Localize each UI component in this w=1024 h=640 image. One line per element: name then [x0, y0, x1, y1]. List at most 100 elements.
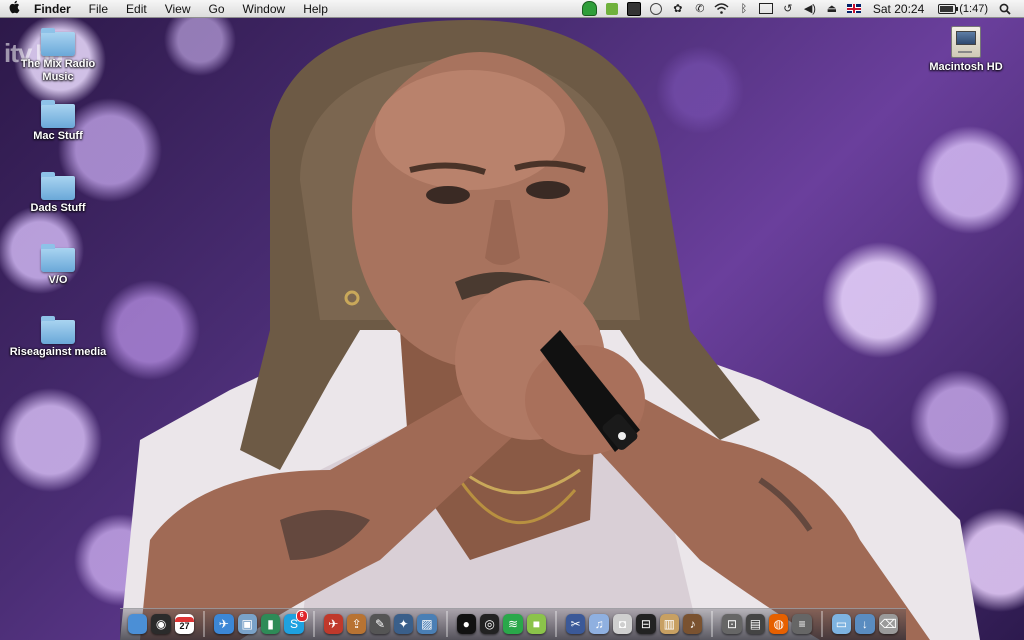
desktop-folder-dads-stuff[interactable]: Dads Stuff — [8, 172, 108, 215]
app-green-icon-glyph: ■ — [532, 617, 540, 631]
screenshot-icon-glyph: ⊡ — [726, 617, 737, 631]
menu-bar: Finder File Edit View Go Window Help ✿ ✆… — [0, 0, 1024, 18]
record-icon[interactable]: ◎ — [479, 614, 500, 634]
volume-icon[interactable]: ◀) — [799, 0, 821, 18]
evernote-icon[interactable] — [601, 0, 623, 18]
wallpaper-singer-photo — [120, 20, 980, 640]
camera-icon[interactable]: ◘ — [612, 614, 633, 634]
folder-icon — [41, 100, 75, 128]
desktop-icon-label: The Mix Radio Music — [20, 58, 96, 83]
downloads-icon[interactable]: ↓ — [855, 614, 875, 634]
app-green-icon[interactable]: ■ — [526, 614, 547, 634]
menu-window[interactable]: Window — [234, 0, 295, 18]
garageband-icon[interactable]: ▤ — [745, 614, 766, 634]
itunes-icon[interactable]: ♫ — [589, 614, 609, 634]
photo-booth-icon[interactable]: ▥ — [659, 614, 679, 634]
activity-icon-glyph: ≡ — [798, 617, 806, 631]
menu-extras: ✿ ✆ ᛒ ↺ ◀) ⏏ Sat 20:24 (1:47) — [579, 0, 1024, 18]
trash-icon[interactable]: ⌫ — [878, 614, 898, 634]
firefox-icon[interactable]: ◍ — [769, 614, 789, 634]
vinyl-icon[interactable]: ● — [456, 614, 476, 634]
circle-icon[interactable] — [645, 0, 667, 18]
film-icon[interactable]: ✂ — [566, 614, 586, 634]
time-machine-icon[interactable]: ↺ — [777, 0, 799, 18]
firefox-icon-glyph: ◍ — [773, 617, 784, 631]
satellite-icon[interactable]: ✦ — [393, 614, 414, 634]
photo-icon[interactable]: ▨ — [417, 614, 437, 634]
menu-edit[interactable]: Edit — [117, 0, 156, 18]
guitar-icon[interactable]: ♪ — [682, 614, 703, 634]
airplane-icon-glyph: ✈ — [328, 617, 339, 631]
desktop-folder-vo[interactable]: V/O — [8, 244, 108, 287]
spotify-icon[interactable]: ≋ — [503, 614, 523, 634]
dock-separator — [312, 611, 315, 637]
terminal-icon[interactable] — [623, 0, 645, 18]
gpu-icon-glyph: ▮ — [267, 617, 274, 631]
camera-icon-glyph: ◘ — [618, 617, 627, 631]
guitar-icon-glyph: ♪ — [689, 617, 696, 631]
desktop-macintosh-hd[interactable]: Macintosh HD — [916, 26, 1016, 74]
calendar-icon[interactable]: 27 — [174, 614, 195, 634]
transmit-icon-glyph: ⇪ — [351, 617, 362, 631]
gpu-icon[interactable]: ▮ — [260, 614, 281, 634]
spotlight-search-icon[interactable] — [994, 0, 1016, 18]
eject-icon[interactable]: ⏏ — [821, 0, 843, 18]
preview-icon[interactable]: ▣ — [237, 614, 257, 634]
desktop-icon-label: Macintosh HD — [929, 61, 1003, 73]
transmit-icon[interactable]: ⇪ — [347, 614, 367, 634]
film-icon-glyph: ✂ — [570, 617, 581, 631]
apple-menu-icon[interactable] — [0, 0, 30, 17]
vinyl-icon-glyph: ● — [462, 617, 470, 631]
dashboard-icon-glyph: ◉ — [155, 617, 167, 631]
tools-icon-glyph: ✎ — [375, 617, 386, 631]
dock-separator — [820, 611, 823, 637]
menu-view[interactable]: View — [156, 0, 200, 18]
menu-finder[interactable]: Finder — [30, 0, 80, 18]
photo-icon-glyph: ▨ — [421, 617, 433, 631]
menu-go[interactable]: Go — [200, 0, 234, 18]
battery-status[interactable]: (1:47) — [932, 3, 994, 15]
menu-file[interactable]: File — [80, 0, 117, 18]
tv-app-icon[interactable]: ⊟ — [636, 614, 656, 634]
desktop-icon-label: Dads Stuff — [30, 202, 86, 214]
skype-icon[interactable]: S6 — [284, 610, 308, 634]
screenshot-icon[interactable]: ⊡ — [722, 614, 742, 634]
dashboard-icon[interactable]: ◉ — [151, 614, 171, 634]
safari-icon[interactable]: ✈ — [214, 614, 234, 634]
record-icon-glyph: ◎ — [484, 617, 495, 631]
dock: ◉ 27 ✈ ▣ ▮ S 6 ✈ ⇪ ✎ ✦ ▨ ● ◎ ≋ ■ ✂ ♫ ◘ ⊟ ▥ ♪ ⊡ ▤ ◍ ≡ ▭ ↓ ⌫ — [120, 608, 906, 640]
folder-icon-glyph: ▭ — [835, 617, 848, 631]
activity-icon[interactable]: ≡ — [792, 614, 812, 634]
battery-icon — [938, 3, 959, 14]
battery-time: (1:47) — [959, 2, 988, 15]
battery-fill — [940, 5, 953, 12]
desktop-icon-label: V/O — [48, 274, 68, 286]
desktop-folder-mac-stuff[interactable]: Mac Stuff — [8, 100, 108, 143]
trash-icon-glyph: ⌫ — [879, 617, 897, 631]
tv-app-icon-glyph: ⊟ — [640, 617, 651, 631]
bluetooth-icon[interactable]: ᛒ — [733, 0, 755, 18]
mushroom-icon[interactable] — [579, 0, 601, 18]
calendar-day: 27 — [179, 621, 190, 631]
menu-clock[interactable]: Sat 20:24 — [865, 2, 932, 16]
input-flag-icon[interactable] — [843, 0, 865, 18]
paw-icon[interactable]: ✿ — [667, 0, 689, 18]
display-icon[interactable] — [755, 0, 777, 18]
airplane-icon[interactable]: ✈ — [323, 614, 343, 634]
wifi-icon[interactable] — [711, 0, 733, 18]
phone-icon[interactable]: ✆ — [689, 0, 711, 18]
menu-help[interactable]: Help — [294, 0, 337, 18]
finder-icon[interactable] — [128, 614, 148, 634]
desktop-folder-the-mix-radio-music[interactable]: The Mix Radio Music — [8, 28, 108, 84]
downloads-icon-glyph: ↓ — [861, 617, 868, 631]
spotify-icon-glyph: ≋ — [507, 617, 518, 631]
desktop-folder-riseagainst-media[interactable]: Riseagainst media — [8, 316, 108, 359]
itunes-icon-glyph: ♫ — [594, 617, 604, 631]
folder-icon[interactable]: ▭ — [831, 614, 852, 634]
photo-booth-icon-glyph: ▥ — [663, 617, 675, 631]
garageband-icon-glyph: ▤ — [749, 617, 762, 631]
desktop-wallpaper: itvhd — [0, 0, 1024, 640]
dock-separator — [445, 611, 448, 637]
tools-icon[interactable]: ✎ — [370, 614, 390, 634]
safari-icon-glyph: ✈ — [218, 617, 229, 631]
